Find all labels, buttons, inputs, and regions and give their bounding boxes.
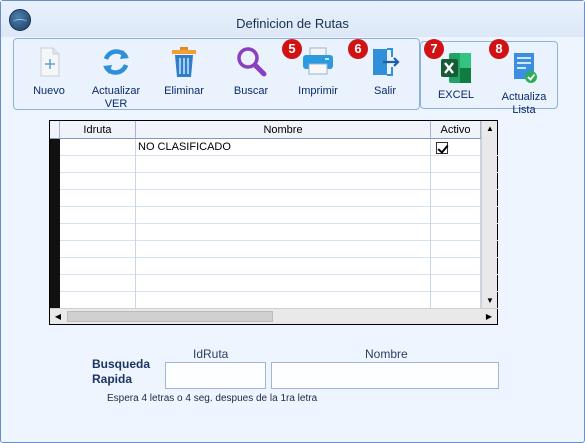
table-row[interactable] [50,241,498,258]
search-icon [237,47,267,77]
cell-idruta[interactable] [60,292,136,309]
nombre-search-label: Nombre [365,347,408,361]
grid-header-corner [50,121,60,139]
table-row[interactable] [50,224,498,241]
cell-activo[interactable] [431,241,481,258]
activo-checkbox[interactable] [436,142,448,154]
cell-nombre[interactable]: NO CLASIFICADO [136,139,431,156]
row-selector[interactable] [50,292,60,309]
cell-nombre[interactable] [136,190,431,207]
row-selector[interactable] [50,190,60,207]
table-row[interactable] [50,292,498,309]
scroll-down-arrow-icon[interactable]: ▼ [482,293,498,309]
cell-idruta[interactable] [60,224,136,241]
horizontal-scrollbar[interactable]: ◀ ▶ [50,308,497,324]
idruta-search-input[interactable] [165,362,266,389]
excel-button[interactable]: EXCEL [421,51,491,121]
cell-activo[interactable] [431,224,481,241]
cell-nombre[interactable] [136,224,431,241]
buscar-label: Buscar [233,85,269,97]
cell-idruta[interactable] [60,207,136,224]
column-header-nombre[interactable]: Nombre [136,121,431,139]
cell-nombre[interactable] [136,156,431,173]
cell-nombre[interactable] [136,292,431,309]
cell-activo[interactable] [431,156,481,173]
search-hint: Espera 4 letras o 4 seg. despues de la 1… [107,393,318,404]
update-list-icon [514,53,537,83]
cell-nombre[interactable] [136,207,431,224]
cell-idruta[interactable] [60,190,136,207]
trash-icon [172,47,196,77]
main-window: Definicion de Rutas Nuevo Actualizar VER [0,0,585,443]
cell-activo[interactable] [431,292,481,309]
column-header-idruta[interactable]: Idruta [60,121,136,139]
table-row[interactable] [50,207,498,224]
cell-activo[interactable] [431,139,481,156]
title-bar: Definicion de Rutas [1,1,584,37]
actualizar-ver-button[interactable]: Actualizar VER [81,45,151,115]
cell-activo[interactable] [431,258,481,275]
printer-icon [303,47,333,75]
imprimir-label: Imprimir [298,85,338,97]
cell-nombre[interactable] [136,275,431,292]
row-selector[interactable] [50,156,60,173]
actualizar-ver-label: Actualizar VER [91,85,141,110]
scroll-left-arrow-icon[interactable]: ◀ [50,309,66,325]
nuevo-label: Nuevo [33,85,65,97]
cell-idruta[interactable] [60,241,136,258]
cell-nombre[interactable] [136,241,431,258]
cell-idruta[interactable] [60,275,136,292]
cell-idruta[interactable] [60,156,136,173]
table-row[interactable] [50,156,498,173]
quick-search-title: Busqueda Rapida [92,357,151,386]
cell-activo[interactable] [431,190,481,207]
exit-door-icon [373,48,400,76]
new-document-icon [40,47,60,77]
cell-idruta[interactable] [60,173,136,190]
eliminar-label: Eliminar [164,85,204,97]
idruta-search-label: IdRuta [193,347,229,361]
column-header-activo[interactable]: Activo [431,121,481,139]
eliminar-button[interactable]: Eliminar [149,45,219,115]
badge-actualiza-lista: 8 [489,39,509,59]
refresh-icon [103,49,129,75]
actualiza-lista-label: Actualiza Lista [501,91,547,116]
cell-activo[interactable] [431,173,481,190]
row-selector[interactable] [50,275,60,292]
cell-idruta[interactable] [60,139,136,156]
badge-salir: 6 [348,39,368,59]
buscar-button[interactable]: Buscar [216,45,286,115]
excel-icon [441,53,471,83]
badge-excel: 7 [424,39,444,59]
cell-nombre[interactable] [136,258,431,275]
table-row[interactable] [50,275,498,292]
table-row[interactable] [50,173,498,190]
row-selector[interactable] [50,258,60,275]
cell-activo[interactable] [431,207,481,224]
nuevo-button[interactable]: Nuevo [14,45,84,115]
table-row[interactable] [50,258,498,275]
cell-idruta[interactable] [60,258,136,275]
horizontal-scroll-thumb[interactable] [67,311,273,322]
cell-activo[interactable] [431,275,481,292]
nombre-search-input[interactable] [271,362,499,389]
scroll-up-arrow-icon[interactable]: ▲ [482,121,498,137]
row-selector[interactable] [50,139,60,156]
row-selector[interactable] [50,241,60,258]
actualiza-lista-button[interactable]: Actualiza Lista [489,51,559,121]
excel-label: EXCEL [437,89,475,101]
table-row[interactable]: NO CLASIFICADO [50,139,498,156]
window-title: Definicion de Rutas [236,16,349,31]
cell-nombre[interactable] [136,173,431,190]
table-row[interactable] [50,190,498,207]
row-selector[interactable] [50,173,60,190]
vertical-scrollbar[interactable]: ▲ ▼ [481,121,497,309]
badge-imprimir: 5 [282,39,302,59]
salir-label: Salir [373,85,396,97]
scroll-right-arrow-icon[interactable]: ▶ [481,309,497,325]
row-selector[interactable] [50,224,60,241]
routes-grid[interactable]: Idruta Nombre Activo NO CLASIFICADO ▲ ▼ … [49,120,498,325]
row-selector[interactable] [50,207,60,224]
